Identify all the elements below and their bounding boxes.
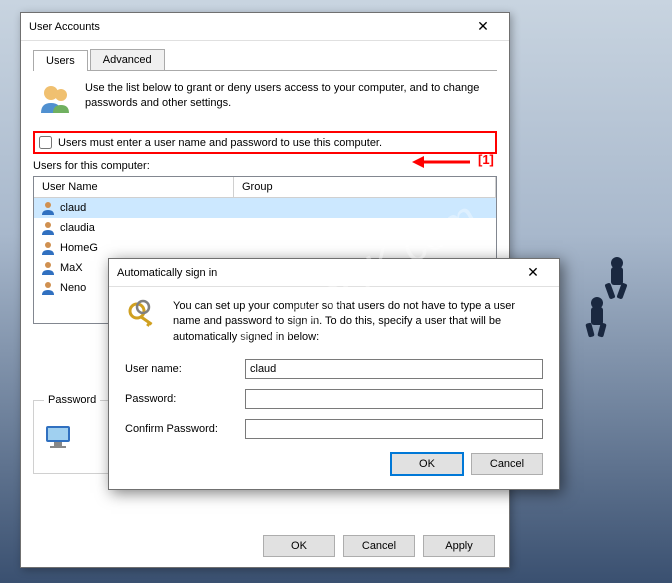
dialog-intro-text: You can set up your computer so that use… bbox=[173, 299, 543, 345]
decorative-figures bbox=[567, 245, 647, 345]
apply-button[interactable]: Apply bbox=[423, 535, 495, 557]
list-item[interactable]: claudia bbox=[34, 218, 496, 238]
tab-advanced[interactable]: Advanced bbox=[90, 49, 165, 70]
intro-text: Use the list below to grant or deny user… bbox=[85, 81, 493, 112]
username-label: User name: bbox=[125, 363, 245, 375]
dialog-title: Automatically sign in bbox=[117, 267, 217, 279]
column-header-username[interactable]: User Name bbox=[34, 177, 234, 197]
confirm-password-input[interactable] bbox=[245, 419, 543, 439]
window-title: User Accounts bbox=[29, 21, 100, 33]
keys-icon bbox=[125, 299, 161, 335]
dialog-titlebar[interactable]: Automatically sign in ✕ bbox=[109, 259, 559, 287]
titlebar[interactable]: User Accounts ✕ bbox=[21, 13, 509, 41]
user-name: claudia bbox=[60, 222, 246, 234]
must-enter-password-label: Users must enter a user name and passwor… bbox=[58, 137, 382, 149]
user-icon bbox=[40, 280, 56, 296]
user-icon bbox=[40, 260, 56, 276]
ok-button[interactable]: OK bbox=[263, 535, 335, 557]
user-icon bbox=[40, 200, 56, 216]
dialog-button-row: OK Cancel bbox=[125, 453, 543, 475]
monitor-icon bbox=[42, 420, 78, 456]
user-name: claud bbox=[60, 202, 246, 214]
main-button-row: OK Cancel Apply bbox=[21, 525, 509, 567]
cancel-button[interactable]: Cancel bbox=[343, 535, 415, 557]
list-item[interactable]: HomeG bbox=[34, 238, 496, 258]
password-group-label: Password bbox=[44, 394, 100, 406]
column-header-group[interactable]: Group bbox=[234, 177, 496, 197]
list-item[interactable]: claud bbox=[34, 198, 496, 218]
username-input[interactable] bbox=[245, 359, 543, 379]
users-icon bbox=[37, 81, 73, 117]
dialog-cancel-button[interactable]: Cancel bbox=[471, 453, 543, 475]
must-enter-password-checkbox[interactable] bbox=[39, 136, 52, 149]
confirm-password-label: Confirm Password: bbox=[125, 423, 245, 435]
user-name: HomeG bbox=[60, 242, 246, 254]
password-label: Password: bbox=[125, 393, 245, 405]
user-icon bbox=[40, 240, 56, 256]
annotation-label-1: [1] bbox=[478, 152, 494, 167]
annotation-arrow bbox=[410, 150, 472, 174]
user-icon bbox=[40, 220, 56, 236]
auto-signin-dialog: Automatically sign in ✕ You can set up y… bbox=[108, 258, 560, 490]
password-input[interactable] bbox=[245, 389, 543, 409]
tabs: Users Advanced bbox=[33, 49, 497, 71]
tab-users[interactable]: Users bbox=[33, 50, 88, 71]
close-icon[interactable]: ✕ bbox=[465, 17, 501, 37]
dialog-ok-button[interactable]: OK bbox=[391, 453, 463, 475]
close-icon[interactable]: ✕ bbox=[515, 263, 551, 283]
